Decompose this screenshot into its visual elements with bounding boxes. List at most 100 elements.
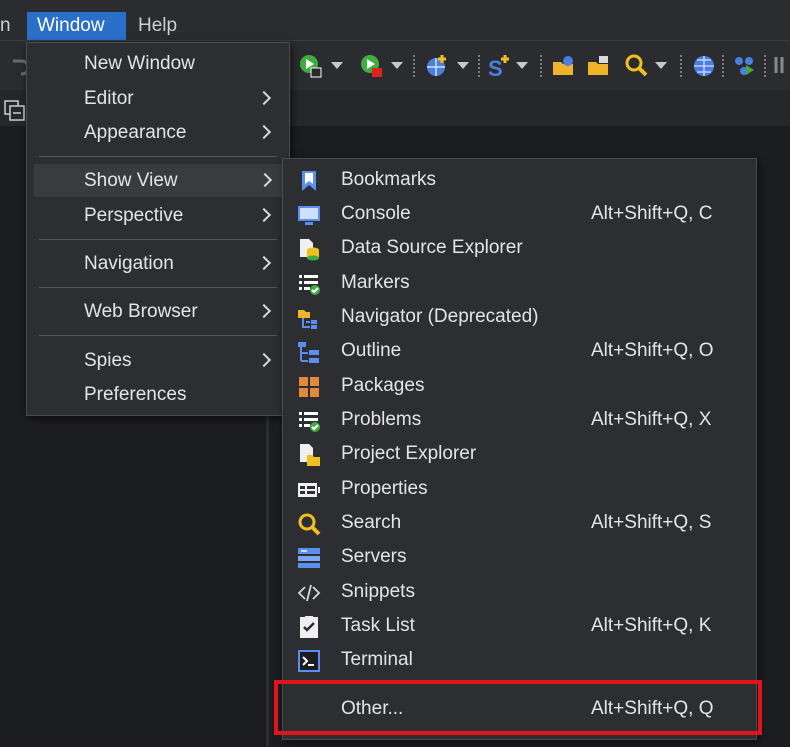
debug-run-icon[interactable] [359,53,385,79]
menu-separator [39,287,277,288]
view-item-servers[interactable]: Servers [286,540,754,574]
menu-separator [39,239,277,240]
view-item-label: Markers [341,272,410,293]
toolbar-separator [413,55,415,77]
toolbar-separator [540,55,542,77]
view-item-shortcut: Alt+Shift+Q, C [591,203,713,224]
deploy-icon[interactable] [731,53,757,79]
view-item-search[interactable]: Search Alt+Shift+Q, S [286,506,754,540]
menu-item-show-view[interactable]: Show View [34,164,283,197]
view-item-label: Project Explorer [341,443,477,464]
snippets-icon [297,584,321,602]
menu-item-navigation[interactable]: Navigation [27,247,289,280]
view-item-project-explorer[interactable]: Project Explorer [286,437,754,471]
view-item-outline[interactable]: Outline Alt+Shift+Q, O [286,334,754,368]
run-dropdown-arrow[interactable] [331,62,343,69]
menu-item-label: Spies [84,350,132,371]
view-item-label: Problems [341,409,422,430]
new-spring-dropdown-arrow[interactable] [516,62,528,69]
view-item-label: Terminal [341,649,413,670]
menubar-item-window[interactable]: Window [27,12,126,40]
menu-item-label: Editor [84,88,134,109]
open-folder-icon[interactable] [586,53,612,79]
view-item-navigator[interactable]: Navigator (Deprecated) [286,300,754,334]
view-item-label: Packages [341,375,425,396]
menu-bar: n Window Help [0,0,790,41]
view-item-label: Console [341,203,411,224]
view-item-problems[interactable]: Problems Alt+Shift+Q, X [286,403,754,437]
view-item-shortcut: Alt+Shift+Q, K [591,615,712,636]
menu-item-spies[interactable]: Spies [27,344,289,377]
view-item-task-list[interactable]: Task List Alt+Shift+Q, K [286,609,754,643]
view-item-console[interactable]: Console Alt+Shift+Q, C [286,197,754,231]
bookmark-icon [302,171,316,191]
window-menu: New Window Editor Appearance Show View P… [26,42,290,416]
view-item-label: Properties [341,478,428,499]
menu-item-label: Web Browser [84,301,198,322]
chevron-right-icon [257,172,273,188]
menu-item-appearance[interactable]: Appearance [27,116,289,149]
view-item-label: Bookmarks [341,169,437,190]
problems-icon [299,412,320,432]
search-icon [298,513,321,536]
open-type-icon[interactable] [551,53,577,79]
view-item-terminal[interactable]: Terminal [286,643,754,677]
chevron-right-icon [256,303,272,319]
properties-icon [298,483,320,497]
toolbar-separator [722,55,724,77]
view-item-label: Task List [341,615,415,636]
new-server-icon[interactable] [424,53,450,79]
data-source-icon [300,239,319,261]
navigator-icon [298,310,317,329]
menu-item-label: Show View [84,170,178,191]
view-item-shortcut: Alt+Shift+Q, S [591,512,712,533]
menu-item-label: Appearance [84,122,187,143]
view-item-bookmarks[interactable]: Bookmarks [286,163,754,197]
menu-item-label: New Window [84,53,195,74]
view-item-packages[interactable]: Packages [286,369,754,403]
menubar-item-partial[interactable]: n [0,12,11,40]
menu-item-editor[interactable]: Editor [27,82,289,115]
new-server-dropdown-arrow[interactable] [457,62,469,69]
task-list-icon [300,616,318,638]
run-icon[interactable] [298,53,324,79]
toolbar-overflow-icon[interactable] [774,53,790,79]
menu-separator [39,156,277,157]
console-icon [298,206,320,225]
search-toolbar-icon[interactable] [624,53,650,79]
chevron-right-icon [256,352,272,368]
globe-icon[interactable] [691,53,717,79]
terminal-icon [298,650,320,672]
view-item-shortcut: Alt+Shift+Q, X [591,409,712,430]
view-item-markers[interactable]: Markers [286,266,754,300]
project-explorer-icon [300,444,320,466]
restore-view-icon[interactable] [4,100,26,122]
outline-icon [298,342,319,363]
menu-item-new-window[interactable]: New Window [27,47,289,80]
view-item-shortcut: Alt+Shift+Q, O [591,340,714,361]
view-item-properties[interactable]: Properties [286,472,754,506]
view-item-label: Navigator (Deprecated) [341,306,539,327]
search-dropdown-arrow[interactable] [655,62,667,69]
debug-dropdown-arrow[interactable] [391,62,403,69]
packages-icon [299,377,319,397]
view-item-data-source-explorer[interactable]: Data Source Explorer [286,231,754,265]
menu-separator [39,335,277,336]
view-item-label: Data Source Explorer [341,237,523,258]
menu-item-web-browser[interactable]: Web Browser [27,295,289,328]
view-item-label: Snippets [341,581,415,602]
svg-text:S: S [488,56,503,79]
toolbar-separator [680,55,682,77]
menubar-item-help[interactable]: Help [128,12,187,40]
view-item-label: Servers [341,546,407,567]
new-spring-icon[interactable]: S [487,53,513,79]
menu-item-preferences[interactable]: Preferences [27,378,289,411]
annotation-highlight-box [274,680,762,735]
menu-item-perspective[interactable]: Perspective [27,199,289,232]
view-item-label: Search [341,512,402,533]
toolbar-separator [764,55,766,77]
menu-item-label: Navigation [84,253,174,274]
menu-item-label: Preferences [84,384,187,405]
view-item-snippets[interactable]: Snippets [286,575,754,609]
view-item-label: Outline [341,340,402,361]
